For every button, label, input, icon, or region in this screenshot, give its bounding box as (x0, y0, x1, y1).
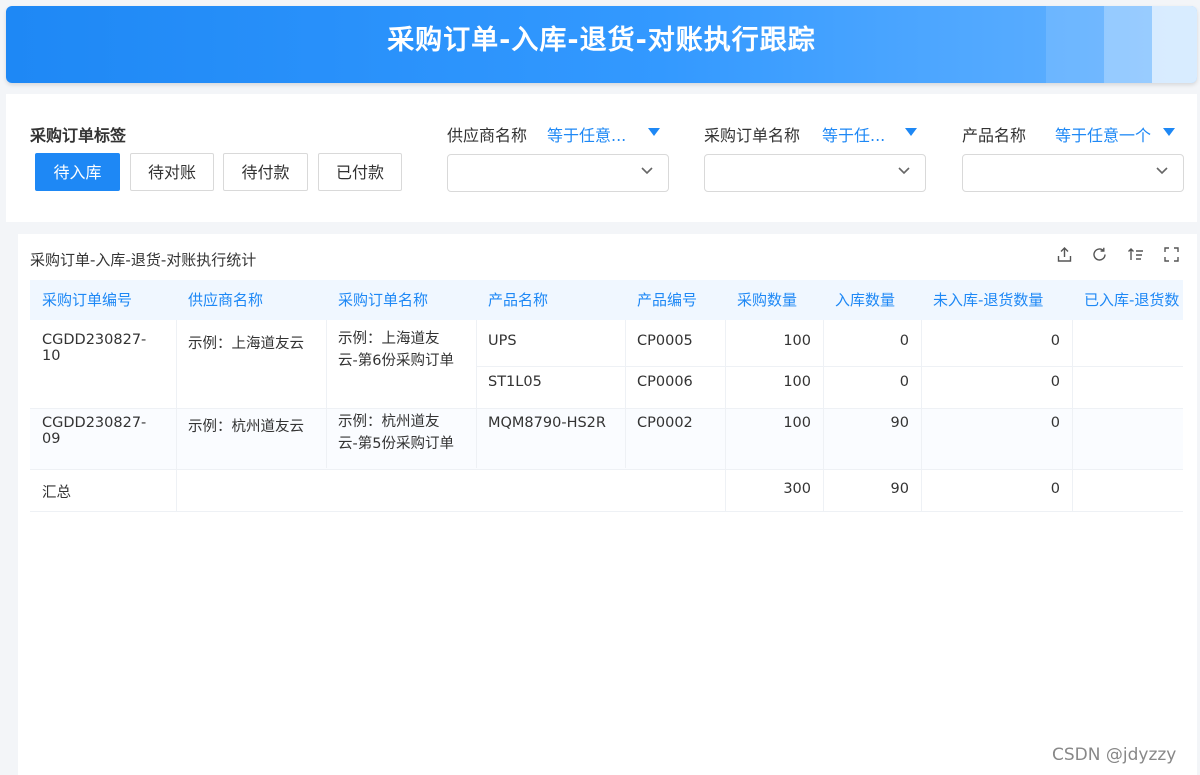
tag-button-pending-inbound[interactable]: 待入库 (35, 153, 120, 191)
chevron-down-icon (897, 163, 911, 182)
column-divider (1072, 320, 1073, 512)
column-header-product[interactable]: 产品名称 (476, 280, 625, 320)
chevron-down-icon (640, 163, 654, 182)
supplier-cell: 示例：杭州道友云 (188, 419, 304, 435)
summary-label: 汇总 (42, 485, 71, 501)
qty-cell: 100 (783, 415, 811, 431)
order-name-filter-label: 采购订单名称 (704, 126, 801, 145)
filter-panel: 采购订单标签 待入库 待对账 待付款 已付款 供应商名称 等于任意... 采购订… (6, 94, 1197, 222)
export-icon[interactable] (1056, 246, 1073, 267)
column-header-qty[interactable]: 采购数量 (725, 280, 823, 320)
summary-qty: 300 (783, 481, 811, 497)
product-cell: UPS (488, 333, 517, 349)
refresh-icon[interactable] (1091, 246, 1108, 267)
order-no-cell: CGDD230827-09 (42, 415, 147, 447)
not-inbound-return-cell: 0 (1050, 374, 1060, 390)
column-header-order-no[interactable]: 采购订单编号 (30, 280, 176, 320)
product-code-cell: CP0002 (637, 415, 693, 431)
inbound-qty-cell: 90 (890, 415, 909, 431)
fullscreen-icon[interactable] (1163, 246, 1180, 267)
qty-cell: 100 (783, 333, 811, 349)
row-divider (476, 366, 1183, 367)
product-select[interactable] (962, 154, 1184, 192)
inbound-qty-cell: 0 (899, 374, 909, 390)
caret-down-icon[interactable] (1163, 128, 1175, 136)
row-divider (30, 408, 1183, 409)
order-no-cell: CGDD230827-10 (42, 332, 147, 364)
column-header-inbound-qty[interactable]: 入库数量 (823, 280, 921, 320)
order-name-line: 云-第6份采购订单 (338, 353, 454, 369)
column-header-inbound-return[interactable]: 已入库-退货数 (1072, 280, 1183, 320)
data-table: 采购订单编号 供应商名称 采购订单名称 产品名称 产品编号 采购数量 入库数量 … (30, 280, 1183, 512)
qty-cell: 100 (783, 374, 811, 390)
not-inbound-return-cell: 0 (1050, 333, 1060, 349)
row-divider (30, 469, 1183, 470)
tag-button-pending-reconcile[interactable]: 待对账 (130, 153, 214, 191)
product-filter-operator[interactable]: 等于任意一个 (1055, 122, 1151, 146)
order-name-cell: 示例：杭州道友 云-第5份采购订单 (326, 411, 476, 455)
column-header-supplier[interactable]: 供应商名称 (176, 280, 326, 320)
column-header-not-inbound-return[interactable]: 未入库-退货数量 (921, 280, 1072, 320)
tag-group-title: 采购订单标签 (30, 126, 127, 145)
order-name-cell: 示例：上海道友 云-第6份采购订单 (326, 328, 476, 372)
caret-down-icon[interactable] (905, 128, 917, 136)
chevron-down-icon (1155, 163, 1169, 182)
product-filter-label: 产品名称 (962, 126, 1027, 145)
supplier-cell: 示例：上海道友云 (188, 336, 304, 352)
order-name-line: 示例：杭州道友 (338, 414, 440, 430)
summary-not-inbound-return: 0 (1050, 481, 1060, 497)
supplier-filter-operator[interactable]: 等于任意... (547, 122, 626, 146)
inbound-qty-cell: 0 (899, 333, 909, 349)
product-code-cell: CP0005 (637, 333, 693, 349)
column-header-order-name[interactable]: 采购订单名称 (326, 280, 476, 320)
caret-down-icon[interactable] (648, 128, 660, 136)
not-inbound-return-cell: 0 (1050, 415, 1060, 431)
supplier-select[interactable] (447, 154, 669, 192)
sort-icon[interactable] (1127, 246, 1145, 267)
table-title: 采购订单-入库-退货-对账执行统计 (30, 251, 257, 269)
order-name-line: 示例：上海道友 (338, 331, 440, 347)
row-divider (30, 511, 1183, 512)
column-header-product-code[interactable]: 产品编号 (625, 280, 725, 320)
order-name-select[interactable] (704, 154, 926, 192)
supplier-filter-label: 供应商名称 (447, 126, 528, 145)
summary-inbound-qty: 90 (890, 481, 909, 497)
order-name-line: 云-第5份采购订单 (338, 436, 454, 452)
product-cell: ST1L05 (488, 374, 542, 390)
product-code-cell: CP0006 (637, 374, 693, 390)
tag-button-paid[interactable]: 已付款 (318, 153, 402, 191)
watermark: CSDN @jdyzzy (1052, 745, 1177, 765)
page-title: 采购订单-入库-退货-对账执行跟踪 (387, 25, 816, 56)
tag-button-pending-payment[interactable]: 待付款 (223, 153, 308, 191)
product-cell: MQM8790-HS2R (488, 415, 606, 431)
order-name-filter-operator[interactable]: 等于任... (822, 122, 885, 146)
page-header: 采购订单-入库-退货-对账执行跟踪 (6, 6, 1197, 83)
table-panel: 采购订单-入库-退货-对账执行统计 采购订单编号 供应商名称 采购订单名称 产品… (18, 234, 1197, 775)
